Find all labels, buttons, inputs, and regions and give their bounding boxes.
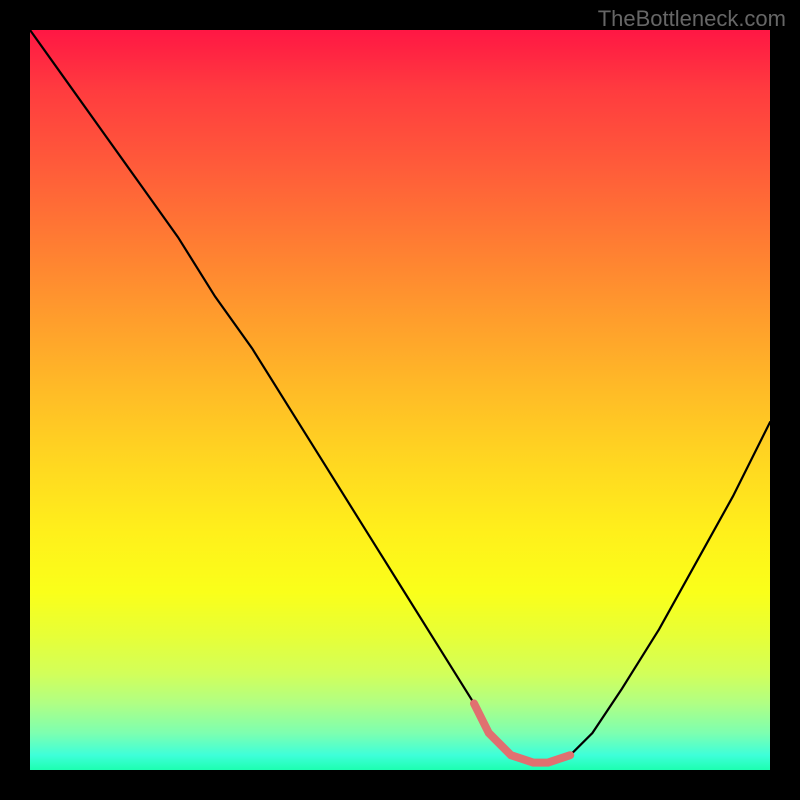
curve-layer <box>30 30 770 770</box>
chart-container: TheBottleneck.com <box>0 0 800 800</box>
bottleneck-curve <box>30 30 770 763</box>
watermark-text: TheBottleneck.com <box>598 6 786 32</box>
plot-area <box>30 30 770 770</box>
highlight-segment <box>474 703 570 762</box>
